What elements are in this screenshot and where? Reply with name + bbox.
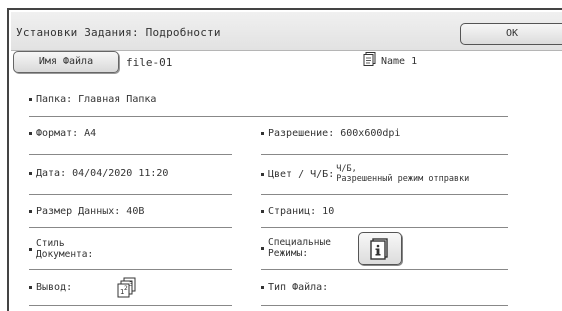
file-type-field: Тип Файла:	[261, 282, 328, 293]
user-name-label: Name 1	[381, 56, 418, 67]
document-style-field: Стиль Документа:	[29, 238, 93, 260]
page-title: Установки Задания: Подробности	[16, 26, 221, 39]
resolution-field: Разрешение: 600x600dpi	[261, 128, 400, 139]
collate-output-icon: 1 2 3	[117, 277, 136, 298]
divider	[29, 227, 232, 228]
divider	[261, 154, 508, 155]
ok-button[interactable]: OK	[460, 23, 562, 45]
color-value-line1: Ч/Б,	[336, 164, 357, 174]
divider	[261, 305, 508, 306]
date-field: Дата: 04/04/2020 11:20	[29, 168, 168, 179]
pages-text: Страниц: 10	[268, 206, 335, 217]
file-name-value: file-01	[126, 56, 173, 69]
document-name-icon	[363, 52, 376, 66]
date-text: Дата: 04/04/2020 11:20	[36, 168, 169, 179]
bullet	[261, 172, 264, 176]
color-field: Цвет / Ч/Б: Ч/Б, Разрешенный режим отпра…	[261, 164, 469, 184]
bullet	[261, 286, 264, 289]
resolution-text: Разрешение: 600x600dpi	[268, 128, 401, 139]
divider	[29, 269, 232, 270]
output-text: Вывод:	[36, 282, 73, 293]
special-modes-label: Специальные Режимы:	[268, 237, 331, 259]
color-label: Цвет / Ч/Б:	[268, 168, 335, 180]
bullet	[261, 246, 264, 250]
divider	[261, 227, 508, 228]
bullet	[261, 210, 264, 213]
bullet	[29, 210, 32, 213]
info-icon	[370, 237, 388, 260]
folder-text: Папка: Главная Папка	[36, 94, 157, 105]
divider	[29, 154, 232, 155]
document-style-line1: Стиль	[36, 238, 65, 249]
document-style-label: Стиль Документа:	[36, 238, 93, 260]
bullet	[29, 247, 32, 251]
format-field: Формат: A4	[29, 128, 96, 139]
format-text: Формат: A4	[36, 128, 97, 139]
title-bar: Установки Задания: Подробности OK	[11, 12, 562, 51]
color-value-line2: Разрешенный режим отправки	[336, 174, 470, 184]
divider	[29, 116, 508, 117]
bullet	[29, 286, 32, 289]
pages-field: Страниц: 10	[261, 206, 334, 217]
color-value: Ч/Б, Разрешенный режим отправки	[336, 164, 469, 184]
divider	[29, 305, 232, 306]
file-name-button[interactable]: Имя Файла	[13, 51, 119, 73]
svg-text:3: 3	[129, 281, 133, 288]
file-type-text: Тип Файла:	[268, 282, 329, 293]
folder-field: Папка: Главная Папка	[29, 94, 156, 105]
output-field: Вывод:	[29, 282, 72, 293]
special-modes-line1: Специальные	[268, 237, 331, 248]
document-style-line2: Документа:	[36, 249, 94, 260]
svg-text:2: 2	[124, 285, 128, 292]
data-size-field: Размер Данных: 40B	[29, 206, 144, 217]
special-modes-field: Специальные Режимы:	[261, 237, 331, 259]
divider	[29, 194, 232, 195]
bullet	[29, 98, 32, 101]
bullet	[261, 132, 264, 135]
special-modes-button[interactable]	[358, 232, 402, 265]
data-size-text: Размер Данных: 40B	[36, 206, 145, 217]
divider	[261, 269, 508, 270]
bullet	[29, 132, 32, 135]
divider	[261, 194, 508, 195]
special-modes-line2: Режимы:	[268, 248, 309, 259]
bullet	[29, 172, 32, 175]
